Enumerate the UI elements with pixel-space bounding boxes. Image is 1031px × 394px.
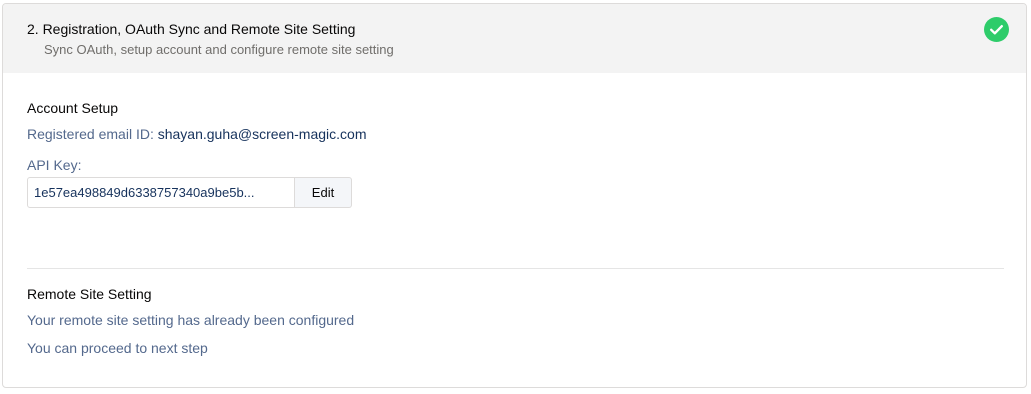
api-key-group: Edit xyxy=(27,177,352,208)
registered-email-value: shayan.guha@screen-magic.com xyxy=(157,126,367,142)
check-circle-icon xyxy=(984,17,1009,42)
remote-site-message: Your remote site setting has already bee… xyxy=(27,312,355,328)
registered-email-label: Registered email ID: xyxy=(27,126,158,142)
registration-step-card: 2. Registration, OAuth Sync and Remote S… xyxy=(2,3,1027,388)
api-key-input[interactable] xyxy=(27,177,295,208)
step-subtitle: Sync OAuth, setup account and configure … xyxy=(44,42,394,57)
step-title: 2. Registration, OAuth Sync and Remote S… xyxy=(27,21,356,37)
account-setup-heading: Account Setup xyxy=(27,100,119,116)
api-key-label: API Key: xyxy=(27,157,82,173)
step-header[interactable]: 2. Registration, OAuth Sync and Remote S… xyxy=(3,4,1026,73)
edit-api-key-button[interactable]: Edit xyxy=(295,177,352,208)
registered-email-row: Registered email ID: shayan.guha@screen-… xyxy=(27,126,366,142)
next-step-message: You can proceed to next step xyxy=(27,340,208,356)
section-divider xyxy=(27,268,1004,269)
remote-site-heading: Remote Site Setting xyxy=(27,286,152,302)
